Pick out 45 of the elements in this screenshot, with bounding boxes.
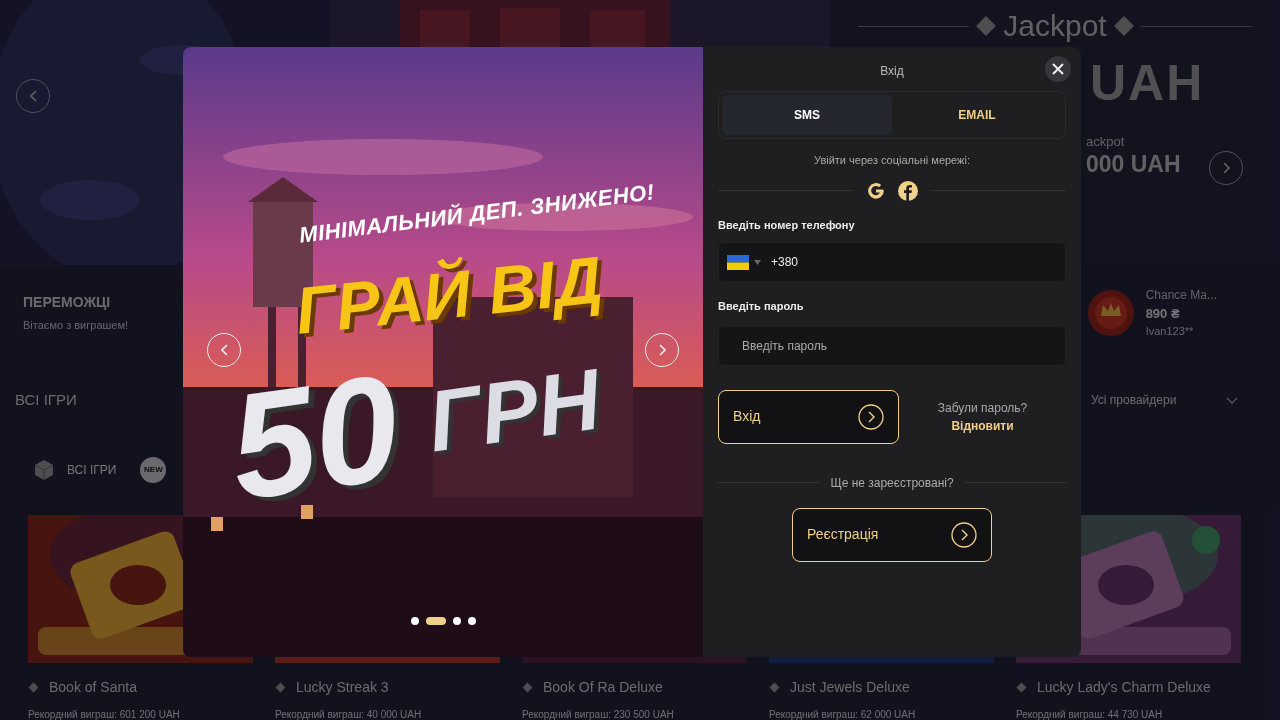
section-title: ВСІ ІГРИ (15, 389, 77, 410)
password-field[interactable]: Введіть пароль (718, 325, 1066, 366)
section-title: ПЕРЕМОЖЦІ (23, 292, 112, 312)
username: Ivan123** (1145, 324, 1195, 339)
jackpot-amount: 000 UAH (1086, 151, 1181, 177)
close-icon (1052, 63, 1064, 75)
field-label: Введіть пароль (718, 299, 805, 314)
social-login-label: Увійти через соціальні мережі: (813, 153, 971, 168)
game-title: Lucky Streak 3 (296, 678, 389, 697)
facebook-icon (898, 180, 918, 201)
section-subtitle: Вітаємо з виграшем! (23, 317, 129, 333)
jackpot-label: ackpot (1086, 133, 1125, 151)
record-win: Рекордний виграш: 62 000 UAH (769, 708, 916, 720)
record-win: Рекордний виграш: 230 500 UAH (522, 708, 674, 720)
game-title: Just Jewels Deluxe (790, 678, 910, 697)
record-win: Рекордний виграш: 40 000 UAH (275, 708, 422, 720)
new-games-tab[interactable]: NEW (140, 457, 167, 483)
game-title: Book of Santa (49, 678, 137, 697)
jackpot-title: Jackpot (1003, 8, 1107, 44)
win-amount: 890 ₴ (1145, 304, 1181, 323)
game-avatar-icon (1087, 289, 1134, 336)
restore-link[interactable]: Відновити (951, 418, 1014, 433)
google-login-button[interactable] (866, 180, 886, 201)
chevron-right-icon (1222, 162, 1230, 174)
record-win: Рекордний виграш: 44 730 UAH (1016, 708, 1163, 720)
jackpot-amount: UAH (1090, 58, 1205, 108)
phone-field[interactable]: +380 (718, 242, 1066, 282)
provider-dropdown[interactable]: Усі провайдери (1085, 390, 1245, 410)
login-button[interactable]: Вхід (718, 389, 899, 444)
category-tab[interactable]: ВСІ ІГРИ (33, 459, 117, 481)
tab[interactable]: EMAIL (892, 95, 1062, 135)
game-title: Book Of Ra Deluxe (543, 678, 663, 697)
google-icon (866, 180, 886, 201)
facebook-login-button[interactable] (898, 180, 918, 201)
arrow-circle-icon (858, 403, 884, 430)
record-win: Рекордний виграш: 601 200 UAH (28, 708, 180, 720)
arrow-circle-icon (951, 521, 977, 548)
game-title: Lucky Lady's Charm Deluxe (1037, 678, 1211, 697)
game-name: Chance Ma... (1145, 286, 1217, 304)
forgot-password-text: Забули пароль? (936, 399, 1029, 417)
register-prompt: Ще не зареєстровані? (830, 474, 954, 492)
dialog-title: Вхід (879, 63, 905, 80)
register-button[interactable]: Реєстрація (792, 507, 992, 562)
dice-icon (33, 459, 55, 481)
close-button[interactable] (1045, 56, 1071, 82)
